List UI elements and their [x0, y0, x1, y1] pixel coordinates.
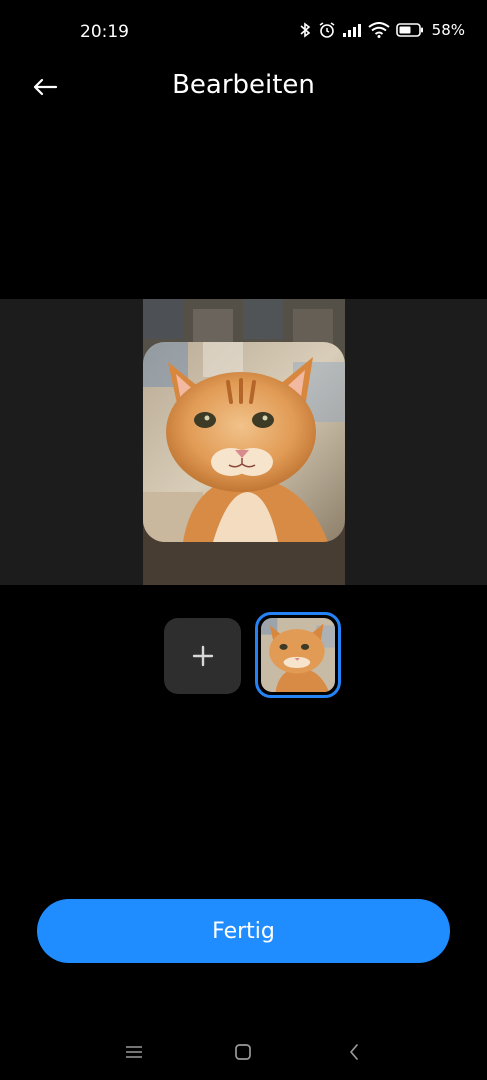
wifi-icon	[368, 22, 390, 38]
nav-menu-button[interactable]	[119, 1040, 149, 1064]
battery-icon	[395, 23, 423, 37]
battery-percent: 58%	[431, 21, 465, 39]
selected-image-thumbnail[interactable]	[255, 612, 341, 698]
plus-icon	[192, 645, 213, 667]
home-icon	[235, 1044, 251, 1060]
done-button[interactable]: Fertig	[37, 899, 450, 963]
cat-photo	[143, 342, 345, 542]
alarm-icon	[319, 22, 335, 38]
nav-home-button[interactable]	[228, 1040, 258, 1064]
page-title: Bearbeiten	[172, 70, 315, 100]
thumbnail-photo	[261, 618, 335, 692]
status-bar: 20:19 58%	[0, 0, 487, 66]
system-nav-bar	[0, 1030, 487, 1072]
nav-back-button[interactable]	[339, 1040, 369, 1064]
signal-icon	[342, 24, 361, 37]
photo-preview[interactable]	[143, 342, 345, 542]
back-chevron-icon	[350, 1044, 358, 1060]
menu-icon	[126, 1046, 142, 1058]
status-time: 20:19	[80, 22, 129, 42]
add-image-button[interactable]	[164, 618, 241, 694]
bluetooth-icon	[300, 22, 310, 38]
status-icons: 58%	[298, 21, 465, 39]
